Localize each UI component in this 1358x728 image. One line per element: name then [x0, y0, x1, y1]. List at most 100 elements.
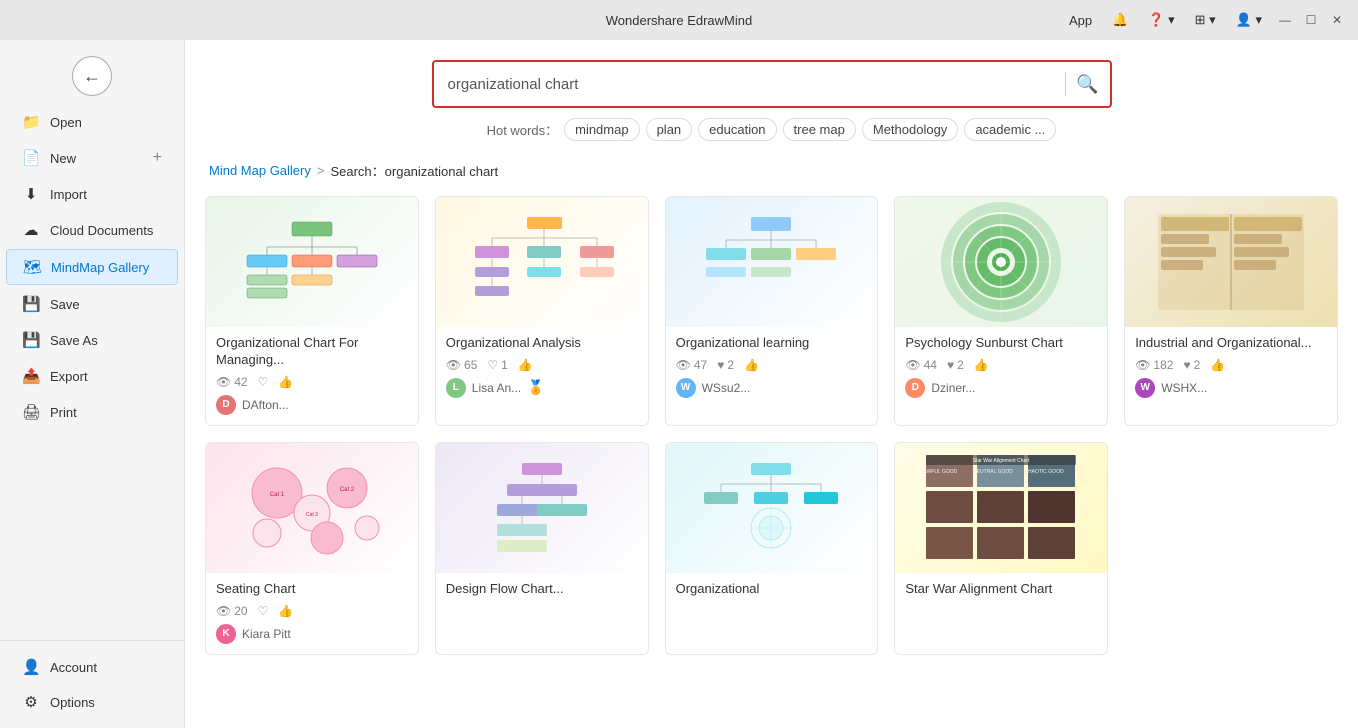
card-thumb-3	[666, 197, 878, 327]
card-info-9: Star War Alignment Chart	[895, 573, 1107, 614]
sidebar-item-save-as[interactable]: 💾 Save As	[6, 323, 178, 357]
card-author-1: D DAfton...	[216, 395, 408, 415]
svg-text:NEUTRAL GOOD: NEUTRAL GOOD	[973, 469, 1013, 475]
sidebar-label-print: Print	[50, 405, 77, 420]
heart-icon: ♡	[258, 375, 269, 389]
minimize-button[interactable]: —	[1276, 11, 1294, 29]
hot-word-plan[interactable]: plan	[646, 118, 693, 141]
card-thumb-8	[666, 443, 878, 573]
app-button[interactable]: App	[1063, 9, 1098, 32]
sidebar-label-import: Import	[50, 187, 87, 202]
sidebar-item-export[interactable]: 📤 Export	[6, 359, 178, 393]
card-author-3: W WSsu2...	[676, 378, 868, 398]
card-views-4: 👁 44	[905, 358, 937, 372]
gallery-card-3[interactable]: Organizational learning 👁 47 ♥ 2 👍	[665, 196, 879, 426]
help-button[interactable]: ❓ ▾	[1142, 8, 1180, 32]
sidebar-label-gallery: MindMap Gallery	[51, 260, 149, 275]
sidebar-item-open[interactable]: 📁 Open	[6, 105, 178, 139]
eye-icon-3: 👁	[676, 358, 691, 372]
gallery-card-5[interactable]: Industrial and Organizational... 👁 182 ♥…	[1124, 196, 1338, 426]
card-info-1: Organizational Chart For Managing... 👁 4…	[206, 327, 418, 425]
card-info-6: Seating Chart 👁 20 ♡ 👍	[206, 573, 418, 654]
sidebar-item-account[interactable]: 👤 Account	[6, 650, 178, 684]
hot-word-academic[interactable]: academic ...	[964, 118, 1056, 141]
card-author-2: L Lisa An... 🏅	[446, 378, 638, 398]
grid-button[interactable]: ⊞ ▾	[1189, 8, 1222, 32]
account-icon: 👤	[22, 658, 40, 676]
sidebar-label-options: Options	[50, 695, 95, 710]
gallery-card-8[interactable]: Organizational	[665, 442, 879, 655]
back-button[interactable]: ←	[72, 56, 112, 96]
eye-icon-6: 👁	[216, 604, 231, 618]
breadcrumb-current: Search：organizational chart	[330, 161, 498, 180]
search-button[interactable]: 🔍	[1066, 62, 1110, 106]
card-share-6: 👍	[278, 604, 293, 618]
close-button[interactable]: ✕	[1328, 11, 1346, 29]
card-thumb-9: Star War Alignment Chart LAWFUL GOOD NEU…	[895, 443, 1107, 573]
sidebar-item-mindmap-gallery[interactable]: 🗺 MindMap Gallery	[6, 249, 178, 285]
author-avatar-4: D	[905, 378, 925, 398]
sidebar-item-options[interactable]: ⚙ Options	[6, 685, 178, 719]
sidebar-item-save[interactable]: 💾 Save	[6, 287, 178, 321]
content-area: 🔍 Hot words： mindmap plan education tree…	[185, 40, 1358, 728]
gallery-card-9[interactable]: Star War Alignment Chart LAWFUL GOOD NEU…	[894, 442, 1108, 655]
card-title-7: Design Flow Chart...	[446, 581, 638, 598]
gallery-card-2[interactable]: Organizational Analysis 👁 65 ♡ 1 👍	[435, 196, 649, 426]
maximize-button[interactable]: ☐	[1302, 11, 1320, 29]
card-likes-2: ♡ 1	[487, 358, 507, 372]
card-title-4: Psychology Sunburst Chart	[905, 335, 1097, 352]
card-thumb-1	[206, 197, 418, 327]
eye-icon-4: 👁	[905, 358, 920, 372]
author-avatar-2: L	[446, 378, 466, 398]
gallery-icon: 🗺	[23, 258, 41, 276]
gold-badge-2: 🏅	[527, 379, 544, 396]
card-title-1: Organizational Chart For Managing...	[216, 335, 408, 369]
card-share-1: 👍	[278, 375, 293, 389]
hot-word-education[interactable]: education	[698, 118, 776, 141]
heart-icon-4: ♥	[947, 358, 954, 372]
sidebar-item-cloud[interactable]: ☁ Cloud Documents	[6, 213, 178, 247]
sidebar-label-export: Export	[50, 369, 88, 384]
card-info-2: Organizational Analysis 👁 65 ♡ 1 👍	[436, 327, 648, 408]
card-views-2: 👁 65	[446, 358, 478, 372]
sidebar-item-print[interactable]: 🖨 Print	[6, 395, 178, 429]
card-views-5: 👁 182	[1135, 358, 1173, 372]
card-stats-1: 👁 42 ♡ 👍	[216, 375, 408, 389]
card-info-8: Organizational	[666, 573, 878, 614]
gallery-card-1[interactable]: Organizational Chart For Managing... 👁 4…	[205, 196, 419, 426]
gallery-card-6[interactable]: Cat 1 Cat 2 Cat 3 Seating Chart 👁 20	[205, 442, 419, 655]
notification-button[interactable]: 🔔	[1106, 8, 1134, 32]
gallery-card-4[interactable]: Psychology Sunburst Chart 👁 44 ♥ 2 👍	[894, 196, 1108, 426]
author-avatar-5: W	[1135, 378, 1155, 398]
card-likes-6: ♡	[258, 604, 269, 618]
profile-button[interactable]: 👤 ▾	[1230, 8, 1268, 32]
card-share-5: 👍	[1210, 358, 1225, 372]
breadcrumb-gallery[interactable]: Mind Map Gallery	[209, 163, 311, 178]
like-icon: 👍	[278, 375, 293, 389]
card-views-6: 👁 20	[216, 604, 248, 618]
breadcrumb-separator: >	[317, 163, 325, 178]
gallery-card-7[interactable]: Design Flow Chart...	[435, 442, 649, 655]
svg-text:Cat 2: Cat 2	[340, 487, 355, 493]
hot-word-methodology[interactable]: Methodology	[862, 118, 958, 141]
card-stats-6: 👁 20 ♡ 👍	[216, 604, 408, 618]
card-title-9: Star War Alignment Chart	[905, 581, 1097, 598]
svg-text:Cat 1: Cat 1	[270, 492, 285, 498]
search-input[interactable]	[434, 66, 1065, 103]
card-share-3: 👍	[744, 358, 759, 372]
card-share-4: 👍	[974, 358, 989, 372]
sidebar-label-new: New	[50, 151, 76, 166]
card-likes-1: ♡	[258, 375, 269, 389]
save-icon: 💾	[22, 295, 40, 313]
like-icon-4: 👍	[974, 358, 989, 372]
hot-word-treemap[interactable]: tree map	[783, 118, 856, 141]
new-plus-icon[interactable]: +	[153, 149, 162, 167]
sidebar-item-import[interactable]: ⬇ Import	[6, 177, 178, 211]
sidebar-item-new[interactable]: 📄 New +	[6, 141, 178, 175]
card-thumb-5	[1125, 197, 1337, 327]
new-icon: 📄	[22, 149, 40, 167]
eye-icon-2: 👁	[446, 358, 461, 372]
card-views-1: 👁 42	[216, 375, 248, 389]
hot-word-mindmap[interactable]: mindmap	[564, 118, 639, 141]
import-icon: ⬇	[22, 185, 40, 203]
